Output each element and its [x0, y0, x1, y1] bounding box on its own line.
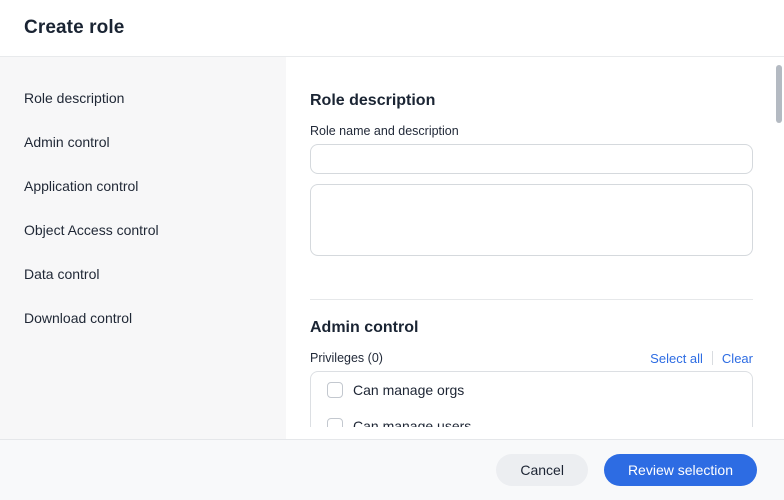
sidebar-item-label: Object Access control — [24, 222, 159, 238]
page-title: Create role — [24, 17, 125, 38]
link-separator — [711, 351, 713, 365]
privileges-count-label: Privileges (0) — [310, 351, 383, 365]
clear-link[interactable]: Clear — [722, 351, 753, 366]
privilege-row-can-manage-orgs[interactable]: Can manage orgs — [311, 372, 752, 408]
sidebar-item-label: Admin control — [24, 134, 110, 150]
sidebar-item-role-description[interactable]: Role description — [0, 76, 286, 120]
role-description-textarea[interactable] — [310, 184, 753, 256]
privileges-list: Can manage orgs Can manage users — [310, 371, 753, 427]
sidebar-item-label: Download control — [24, 310, 133, 326]
sidebar-item-label: Application control — [24, 178, 139, 194]
privilege-row-can-manage-users[interactable]: Can manage users — [311, 408, 752, 427]
role-description-heading: Role description — [310, 92, 436, 109]
page-header: Create role — [0, 0, 784, 57]
page-body: Role description Admin control Applicati… — [0, 57, 784, 439]
section-divider — [310, 299, 753, 300]
sidebar-item-data-control[interactable]: Data control — [0, 252, 286, 296]
sidebar-item-label: Data control — [24, 266, 100, 282]
checkbox-icon[interactable] — [327, 418, 343, 427]
select-all-link[interactable]: Select all — [650, 351, 703, 366]
sidebar-item-application-control[interactable]: Application control — [0, 164, 286, 208]
admin-control-heading: Admin control — [310, 319, 419, 336]
create-role-page: Create role Role description Admin contr… — [0, 0, 784, 500]
privileges-toolbar: Privileges (0) Select all Clear — [310, 350, 753, 366]
privilege-label: Can manage orgs — [353, 382, 465, 398]
sidebar: Role description Admin control Applicati… — [0, 57, 286, 439]
footer-actions: Cancel Review selection — [0, 439, 784, 500]
sidebar-item-object-access-control[interactable]: Object Access control — [0, 208, 286, 252]
cancel-button[interactable]: Cancel — [496, 454, 588, 486]
privilege-label: Can manage users — [353, 418, 472, 427]
vertical-scrollbar-thumb[interactable] — [776, 65, 782, 123]
checkbox-icon[interactable] — [327, 382, 343, 398]
review-selection-button[interactable]: Review selection — [603, 454, 757, 486]
role-name-description-label: Role name and description — [310, 124, 459, 138]
privileges-links: Select all Clear — [650, 351, 753, 366]
sidebar-item-download-control[interactable]: Download control — [0, 296, 286, 340]
role-name-input[interactable] — [310, 144, 753, 174]
scroll-viewport[interactable]: Role description Role name and descripti… — [286, 57, 784, 427]
main-content: Role description Role name and descripti… — [286, 57, 784, 439]
sidebar-item-label: Role description — [24, 90, 125, 106]
sidebar-item-admin-control[interactable]: Admin control — [0, 120, 286, 164]
